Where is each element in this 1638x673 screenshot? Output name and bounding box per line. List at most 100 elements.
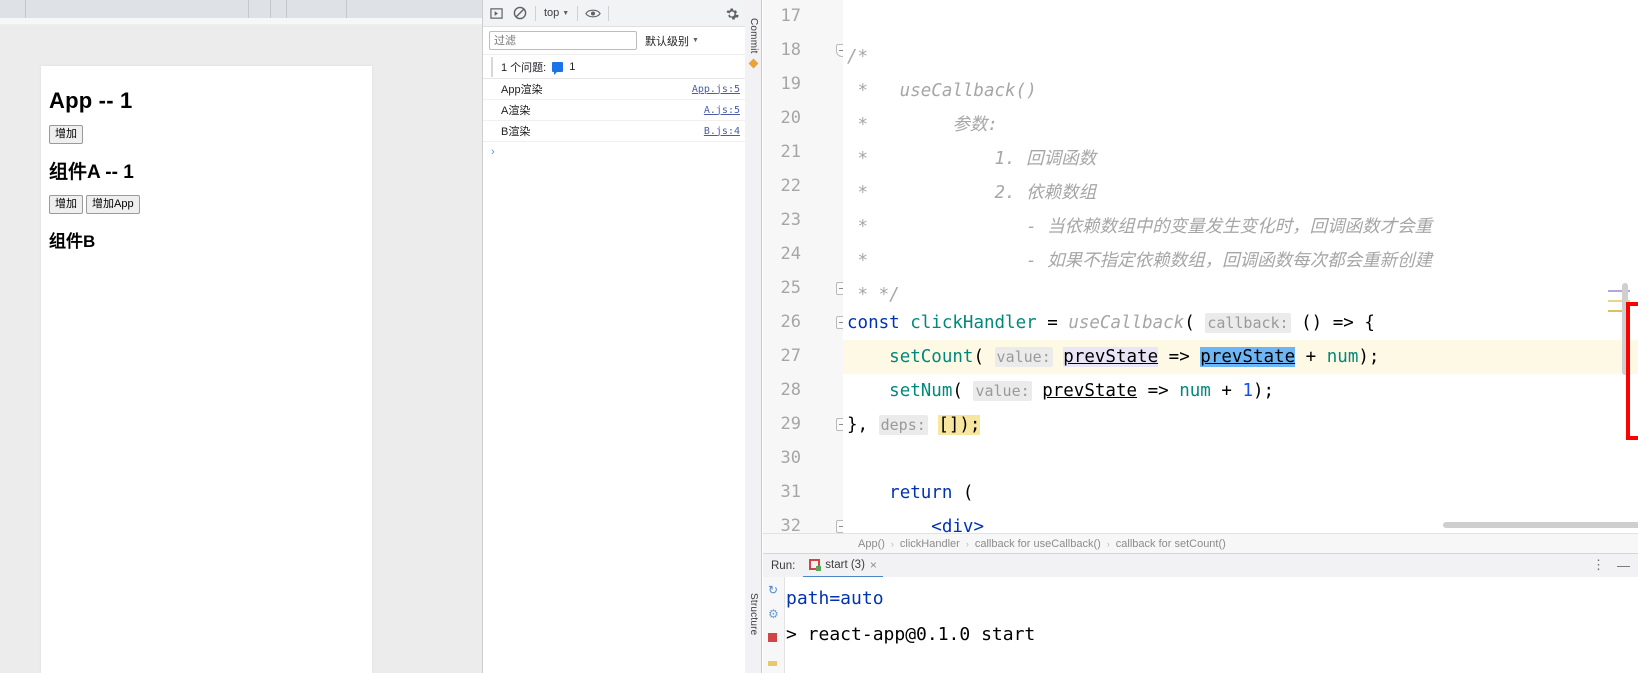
console-message-row[interactable]: App渲染 App.js:5 bbox=[483, 79, 746, 100]
editor-marker-strip[interactable] bbox=[1606, 0, 1630, 533]
toolbar-divider-1 bbox=[535, 5, 536, 21]
eye-icon[interactable] bbox=[584, 4, 602, 22]
more-options-icon[interactable]: ⋮ bbox=[1592, 557, 1605, 573]
toolbar-segment-4[interactable] bbox=[271, 0, 287, 18]
console-source-link[interactable]: A.js:5 bbox=[704, 105, 740, 116]
line-number: 20 bbox=[780, 108, 801, 128]
console-source-link[interactable]: App.js:5 bbox=[692, 84, 740, 95]
code-line: * - 如果不指定依赖数组，回调函数每次都会重新创建 bbox=[847, 251, 1433, 271]
param-hint-callback: callback: bbox=[1205, 313, 1291, 333]
line-number: 23 bbox=[780, 210, 801, 230]
console-message-row[interactable]: A渲染 A.js:5 bbox=[483, 100, 746, 121]
console-filter-bar: 默认级别 ▼ bbox=[483, 27, 746, 55]
token-paren-open: ( bbox=[973, 347, 984, 367]
close-icon[interactable]: × bbox=[870, 558, 877, 572]
issues-chip[interactable]: 1 个问题: 1 bbox=[491, 56, 583, 77]
app-button-row: 增加 bbox=[49, 125, 372, 145]
token-arrow-body: () => { bbox=[1301, 313, 1375, 333]
tool-window-commit[interactable]: Commit bbox=[748, 18, 759, 54]
toolbar-segment-2[interactable] bbox=[26, 0, 249, 18]
browser-toolbar-underline bbox=[0, 18, 482, 25]
editor-code-area[interactable]: /* * useCallback() * 参数: * 1. 回调函数 * 2. … bbox=[843, 0, 1638, 533]
editor-vertical-scrollbar[interactable] bbox=[1622, 283, 1628, 375]
toolbar-divider-2 bbox=[577, 5, 579, 21]
prompt-chevron-icon: › bbox=[491, 146, 495, 158]
token-paren-open: ( bbox=[952, 381, 963, 401]
run-tab-start[interactable]: start (3) × bbox=[803, 554, 883, 578]
code-line-32: <div> bbox=[847, 510, 984, 533]
param-hint-value: value: bbox=[994, 347, 1053, 367]
settings-icon[interactable]: ⚙ bbox=[768, 607, 779, 621]
line-number: 27 bbox=[780, 346, 801, 366]
browser-toolbar[interactable] bbox=[0, 0, 482, 18]
param-hint-value: value: bbox=[973, 381, 1032, 401]
code-line-28: setNum( value: prevState => num + 1); bbox=[847, 374, 1274, 408]
ide-window: Commit Structure 17 18 19 20 21 22 23 24… bbox=[745, 0, 1638, 673]
code-line: * useCallback() bbox=[847, 81, 1037, 101]
line-number: 22 bbox=[780, 176, 801, 196]
breadcrumb-separator-icon: › bbox=[1106, 538, 1110, 549]
token-arrow: => bbox=[1168, 347, 1190, 367]
console-input-prompt[interactable]: › bbox=[483, 142, 746, 162]
line-number: 30 bbox=[780, 448, 801, 468]
console-level-selector[interactable]: 默认级别 ▼ bbox=[645, 33, 699, 49]
token-plus: + bbox=[1221, 381, 1232, 401]
toolbar-segment-3[interactable] bbox=[249, 0, 271, 18]
code-line-26: const clickHandler = useCallback( callba… bbox=[847, 306, 1375, 340]
token-keyword-return: return bbox=[889, 483, 953, 503]
breadcrumb-item-usecallback[interactable]: callback for useCallback() bbox=[975, 538, 1101, 550]
console-message-text: A渲染 bbox=[501, 105, 531, 117]
line-number: 25 bbox=[780, 278, 801, 298]
token-setcount: setCount bbox=[889, 347, 974, 367]
token-paren-open: ( bbox=[962, 483, 974, 503]
rerun-icon[interactable]: ↻ bbox=[768, 583, 778, 597]
console-message-row[interactable]: B渲染 B.js:4 bbox=[483, 121, 746, 142]
token-num: num bbox=[1179, 381, 1211, 401]
console-source-link[interactable]: B.js:4 bbox=[704, 126, 740, 137]
token-jsx-div: <div> bbox=[931, 517, 984, 533]
ide-left-tool-strip: Commit bbox=[745, 0, 762, 545]
editor-gutter[interactable]: 17 18 19 20 21 22 23 24 25 26 27 28 29 3… bbox=[763, 0, 849, 536]
app-increment-button[interactable]: 增加 bbox=[49, 125, 83, 145]
console-filter-input[interactable] bbox=[489, 31, 637, 50]
line-number: 18 bbox=[780, 40, 801, 60]
code-line-27: setCount( value: prevState => prevState … bbox=[847, 340, 1379, 374]
run-console-gutter: ↻ ⚙ bbox=[763, 577, 785, 673]
line-number: 29 bbox=[780, 414, 801, 434]
run-tab-title: start (3) bbox=[825, 558, 865, 571]
execution-context-selector[interactable]: top ▼ bbox=[542, 7, 571, 19]
token-setnum: setNum bbox=[889, 381, 953, 401]
component-a-increment-button[interactable]: 增加 bbox=[49, 195, 83, 215]
tool-window-structure[interactable]: Structure bbox=[748, 593, 759, 635]
component-a-heading: 组件A -- 1 bbox=[49, 162, 134, 184]
toolbar-segment-1[interactable] bbox=[0, 0, 26, 18]
stop-icon[interactable] bbox=[768, 631, 777, 645]
component-a-increment-app-button[interactable]: 增加App bbox=[86, 195, 140, 215]
run-label: Run: bbox=[771, 559, 796, 572]
breadcrumb: App() › clickHandler › callback for useC… bbox=[763, 533, 1638, 553]
app-heading: App -- 1 bbox=[49, 88, 133, 113]
console-issues-bar: 1 个问题: 1 bbox=[483, 55, 746, 79]
run-configuration-icon bbox=[809, 559, 822, 571]
gear-icon[interactable] bbox=[723, 5, 741, 23]
inspect-icon[interactable] bbox=[487, 4, 505, 22]
code-line: * 2. 依赖数组 bbox=[847, 183, 1097, 203]
clear-console-icon[interactable] bbox=[511, 4, 529, 22]
toolbar-segment-5[interactable] bbox=[287, 0, 347, 18]
run-output-line: path=auto bbox=[786, 588, 884, 609]
minimize-icon[interactable]: — bbox=[1617, 558, 1630, 573]
print-icon[interactable] bbox=[768, 655, 777, 669]
commit-marker-icon bbox=[748, 58, 759, 69]
chevron-down-icon: ▼ bbox=[692, 37, 699, 44]
breadcrumb-item-clickhandler[interactable]: clickHandler bbox=[900, 538, 960, 550]
code-line: * - 当依赖数组中的变量发生变化时，回调函数才会重 bbox=[847, 217, 1433, 237]
code-line: * 1. 回调函数 bbox=[847, 149, 1097, 169]
run-console-output[interactable]: path=auto > react-app@0.1.0 start bbox=[786, 577, 1638, 673]
issue-message-icon bbox=[552, 61, 564, 75]
breadcrumb-item-setcount[interactable]: callback for setCount() bbox=[1116, 538, 1226, 550]
breadcrumb-separator-icon: › bbox=[965, 538, 969, 549]
breadcrumb-item-app[interactable]: App() bbox=[858, 538, 885, 550]
page-background: App -- 1 增加 组件A -- 1 增加 增加App 组件B bbox=[0, 25, 482, 673]
run-output-line: > react-app@0.1.0 start bbox=[786, 624, 1036, 645]
page-card: App -- 1 增加 组件A -- 1 增加 增加App 组件B bbox=[41, 66, 372, 673]
